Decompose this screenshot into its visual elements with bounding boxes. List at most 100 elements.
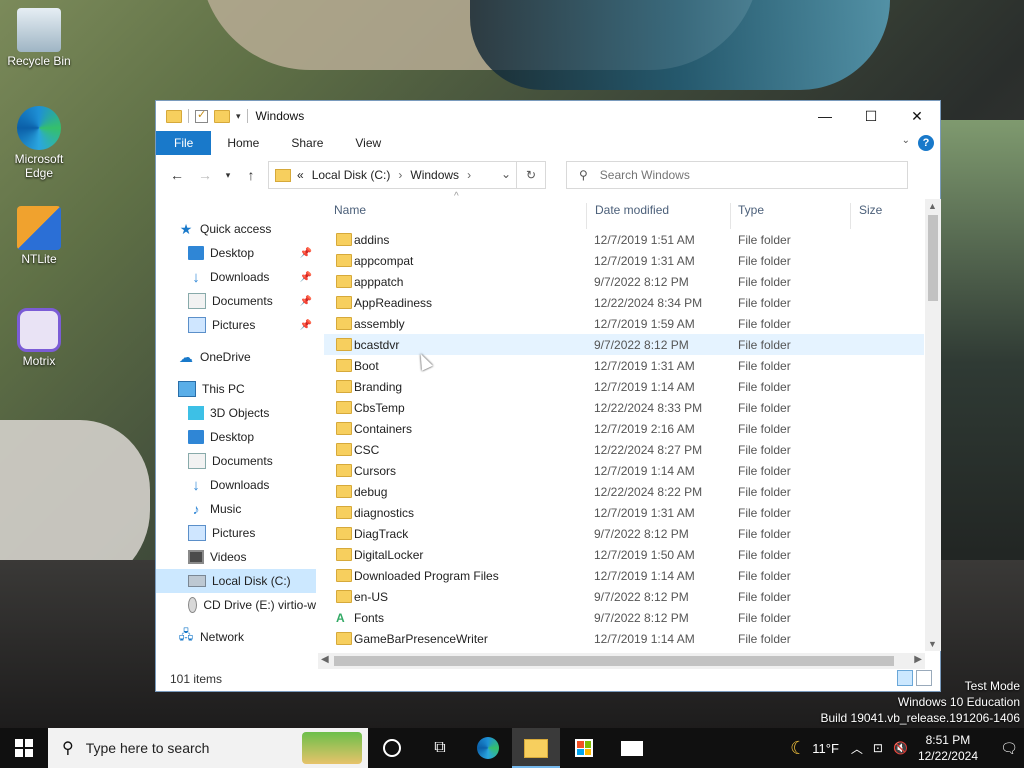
nav-documents[interactable]: Documents [156,449,316,473]
search-input[interactable] [597,167,882,183]
table-row[interactable]: Cursors 12/7/2019 1:14 AM File folder [324,460,924,481]
help-icon[interactable]: ? [918,135,934,151]
nav-local-disk[interactable]: Local Disk (C:) [156,569,316,593]
table-row[interactable]: apppatch 9/7/2022 8:12 PM File folder [324,271,924,292]
table-row[interactable]: appcompat 12/7/2019 1:31 AM File folder [324,250,924,271]
table-row[interactable]: AppReadiness 12/22/2024 8:34 PM File folde… [324,292,924,313]
column-size[interactable]: Size [859,203,882,217]
nav-music[interactable]: ♪ Music [156,497,316,521]
new-folder-icon[interactable] [214,109,230,123]
nav-cd-drive[interactable]: CD Drive (E:) virtio-w [156,593,316,617]
nav-desktop-pinned[interactable]: Desktop 📌 [156,241,316,265]
table-row[interactable]: Branding 12/7/2019 1:14 AM File folder [324,376,924,397]
nav-quick-access[interactable]: ★ Quick access [156,217,316,241]
table-row[interactable]: addins 12/7/2019 1:51 AM File folder [324,229,924,250]
clock[interactable]: 8:51 PM 12/22/2024 [918,732,978,764]
up-button[interactable]: ↑ [240,164,262,186]
search-box[interactable]: ⚲ [566,161,908,189]
nav-onedrive[interactable]: ☁ OneDrive [156,345,316,369]
nav-this-pc[interactable]: This PC [156,377,316,401]
scroll-right-icon[interactable]: ▶ [914,654,922,665]
nav-documents-pinned[interactable]: Documents 📌 [156,289,316,313]
table-row[interactable]: Containers 12/7/2019 2:16 AM File folder [324,418,924,439]
title-bar[interactable]: ▾ Windows — ☐ ✕ [156,101,940,131]
properties-icon[interactable] [195,108,208,123]
expand-ribbon-icon[interactable]: ⌄ [902,135,910,146]
scroll-down-icon[interactable]: ▼ [928,639,937,649]
address-bar[interactable]: « Local Disk (C:) › Windows › ⌄ ↻ [268,161,546,189]
file-name: Boot [354,358,379,373]
notification-center-button[interactable]: 🗨 [994,740,1024,757]
breadcrumb-local-disk[interactable]: Local Disk (C:) [312,168,391,182]
chevron-up-icon[interactable]: ︿ [851,740,863,757]
column-date-modified[interactable]: Date modified [595,203,669,217]
vertical-scrollbar[interactable]: ▲ ▼ [925,199,941,651]
column-divider[interactable] [730,203,731,229]
table-row[interactable]: DiagTrack 9/7/2022 8:12 PM File folder [324,523,924,544]
pc-icon [178,381,196,397]
table-row[interactable]: DigitalLocker 12/7/2019 1:50 AM File folde… [324,544,924,565]
column-type[interactable]: Type [738,203,764,217]
task-view-icon[interactable]: ⧉ [416,728,464,768]
taskbar-mail[interactable] [608,728,656,768]
tab-share[interactable]: Share [275,131,339,155]
table-row[interactable]: assembly 12/7/2019 1:59 AM File folder [324,313,924,334]
nav-videos[interactable]: Videos [156,545,316,569]
close-button[interactable]: ✕ [894,101,940,131]
desktop-icon-ntlite[interactable]: NTLite [2,206,76,266]
table-row[interactable]: debug 12/22/2024 8:22 PM File folder [324,481,924,502]
nav-downloads-pinned[interactable]: ↓ Downloads 📌 [156,265,316,289]
chevron-right-icon[interactable]: › [398,168,402,182]
nav-pictures-pinned[interactable]: Pictures 📌 [156,313,316,337]
breadcrumb-overflow[interactable]: « [297,168,304,182]
column-divider[interactable] [850,203,851,229]
maximize-button[interactable]: ☐ [848,101,894,131]
tab-home[interactable]: Home [211,131,275,155]
nav-desktop[interactable]: Desktop [156,425,316,449]
desktop-icon-motrix[interactable]: Motrix [2,308,76,368]
desktop-icon-recycle-bin[interactable]: Recycle Bin [2,8,76,68]
minimize-button[interactable]: — [802,101,848,131]
volume-icon[interactable]: 🔇 [893,741,908,755]
table-row[interactable]: GameBarPresenceWriter 12/7/2019 1:14 AM Fi… [324,628,924,649]
start-button[interactable] [0,728,48,768]
column-name[interactable]: Name [334,203,366,217]
weather-widget[interactable]: ☾ 11°F [790,738,839,759]
tab-view[interactable]: View [339,131,397,155]
scrollbar-thumb[interactable] [334,656,894,666]
nav-pictures[interactable]: Pictures [156,521,316,545]
table-row[interactable]: Boot 12/7/2019 1:31 AM File folder [324,355,924,376]
back-button[interactable]: ← [166,164,188,186]
scroll-up-icon[interactable]: ▲ [928,201,937,211]
taskbar-store[interactable] [560,728,608,768]
network-icon[interactable]: ⊡ [873,741,883,755]
nav-downloads[interactable]: ↓ Downloads [156,473,316,497]
table-row[interactable]: Downloaded Program Files 12/7/2019 1:14 A… [324,565,924,586]
chevron-right-icon[interactable]: › [467,168,471,182]
chevron-down-icon[interactable]: ⌄ [501,167,511,181]
table-row[interactable]: diagnostics 12/7/2019 1:31 AM File folder [324,502,924,523]
taskbar-edge[interactable] [464,728,512,768]
search-highlight-image[interactable] [302,732,362,764]
customize-toolbar-icon[interactable]: ▾ [236,111,241,122]
tab-file[interactable]: File [156,131,212,155]
table-row[interactable]: bcastdvr 9/7/2022 8:12 PM File folder [324,334,924,355]
taskbar-search-box[interactable]: ⚲ Type here to search [48,728,368,768]
nav-3d-objects[interactable]: 3D Objects [156,401,316,425]
scrollbar-thumb[interactable] [928,215,938,301]
refresh-button[interactable]: ↻ [516,162,545,188]
desktop-icon-edge[interactable]: Microsoft Edge [2,106,76,180]
scroll-left-icon[interactable]: ◀ [321,654,329,665]
nav-network[interactable]: 🖧 Network [156,625,316,649]
table-row[interactable]: A Fonts 9/7/2022 8:12 PM File folder [324,607,924,628]
column-divider[interactable] [586,203,587,229]
forward-button[interactable]: → [194,164,216,186]
task-view-button[interactable] [368,728,416,768]
table-row[interactable]: CbsTemp 12/22/2024 8:33 PM File folder [324,397,924,418]
table-row[interactable]: CSC 12/22/2024 8:27 PM File folder [324,439,924,460]
breadcrumb-windows[interactable]: Windows [410,168,459,182]
file-name: Containers [354,421,413,436]
table-row[interactable]: en-US 9/7/2022 8:12 PM File folder [324,586,924,607]
recent-locations-button[interactable]: ▾ [222,164,234,186]
taskbar-file-explorer[interactable] [512,728,560,768]
